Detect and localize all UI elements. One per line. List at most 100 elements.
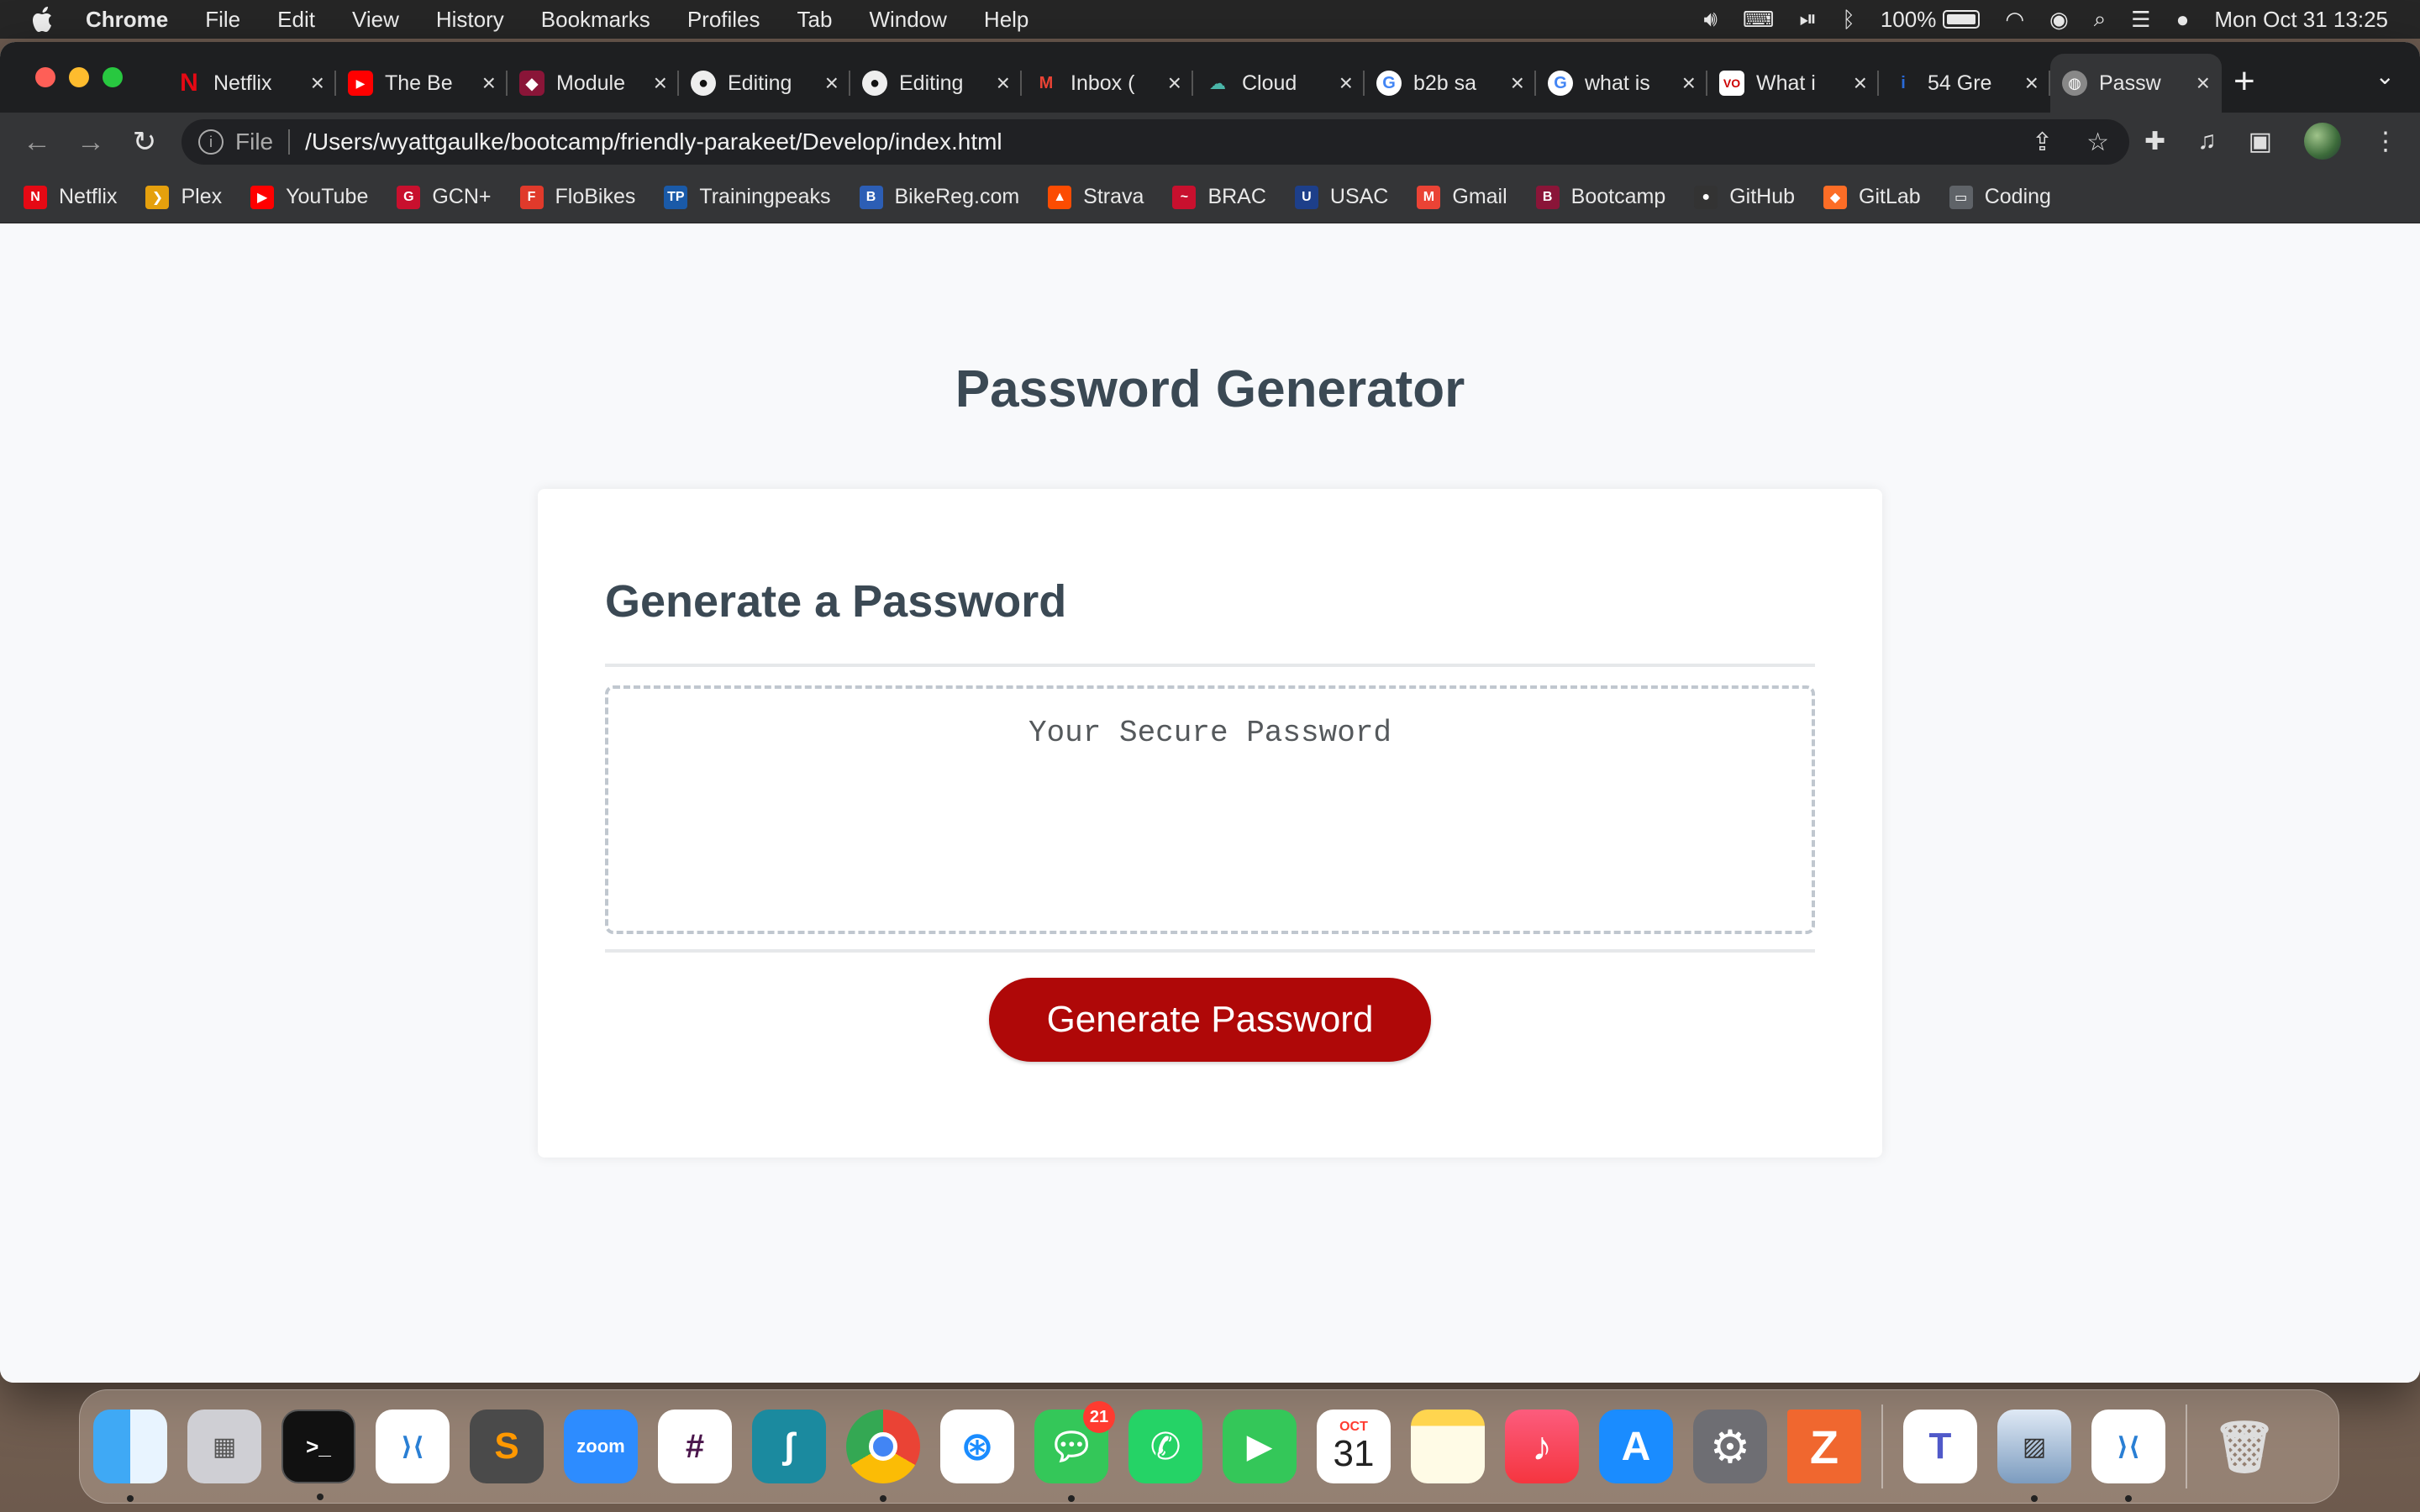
dock-app-store-icon[interactable]: A xyxy=(1599,1410,1673,1483)
bookmark-trainingpeaks[interactable]: TP Trainingpeaks xyxy=(664,185,831,209)
dock-safari-icon[interactable]: ⊛ xyxy=(940,1410,1014,1483)
dock-vscode-icon[interactable]: ⟩⟨ xyxy=(376,1410,450,1483)
close-tab-icon[interactable]: × xyxy=(2025,70,2039,97)
site-info-icon[interactable]: i xyxy=(198,129,224,155)
close-tab-icon[interactable]: × xyxy=(997,70,1010,97)
url-text[interactable]: /Users/wyattgaulke/bootcamp/friendly-par… xyxy=(305,129,1002,155)
menu-edit[interactable]: Edit xyxy=(277,7,315,33)
dock-chrome-icon[interactable] xyxy=(846,1410,920,1502)
close-tab-icon[interactable]: × xyxy=(1511,70,1524,97)
bookmark-bootcamp[interactable]: B Bootcamp xyxy=(1535,185,1665,209)
dock-music-icon[interactable]: ♪ xyxy=(1505,1410,1579,1483)
forward-arrow-icon[interactable]: → xyxy=(64,126,118,159)
dock-finder-icon[interactable] xyxy=(93,1410,167,1502)
generate-password-button[interactable]: Generate Password xyxy=(989,978,1431,1062)
bookmark-bikereg-com[interactable]: B BikeReg.com xyxy=(859,185,1019,209)
chrome-menu-icon[interactable]: ⋮ xyxy=(2373,127,2398,156)
dock-facetime-icon[interactable]: ▶ xyxy=(1223,1410,1297,1483)
tab-youtube[interactable]: ▶ The Be × xyxy=(336,54,508,113)
close-tab-icon[interactable]: × xyxy=(482,70,496,97)
close-tab-icon[interactable]: × xyxy=(1339,70,1353,97)
bookmark-netflix[interactable]: N Netflix xyxy=(24,185,117,209)
close-tab-icon[interactable]: × xyxy=(1168,70,1181,97)
menu-profiles[interactable]: Profiles xyxy=(687,7,760,33)
close-window-button[interactable] xyxy=(35,67,55,87)
dock-system-preferences-icon[interactable]: ⚙ xyxy=(1693,1410,1767,1483)
dock-zoom-icon[interactable]: zoom xyxy=(564,1410,638,1483)
tab-password-generator[interactable]: ◍ Passw × xyxy=(2050,54,2222,113)
dock-notes-icon[interactable] xyxy=(1411,1410,1485,1483)
tab-search-chevron-icon[interactable]: ⌄ xyxy=(2375,62,2395,90)
side-panel-icon[interactable]: ▣ xyxy=(2249,127,2272,156)
menu-view[interactable]: View xyxy=(352,7,399,33)
close-tab-icon[interactable]: × xyxy=(1854,70,1867,97)
dock-terminal-icon[interactable]: >_ xyxy=(281,1410,355,1500)
new-tab-icon[interactable]: + xyxy=(2233,60,2255,102)
menu-history[interactable]: History xyxy=(436,7,504,33)
bookmark-gmail[interactable]: M Gmail xyxy=(1417,185,1507,209)
dock-teams-icon[interactable]: T xyxy=(1903,1410,1977,1483)
password-textarea[interactable] xyxy=(605,685,1815,934)
zoom-window-button[interactable] xyxy=(103,67,123,87)
close-tab-icon[interactable]: × xyxy=(654,70,667,97)
bluetooth-icon[interactable]: ᛒ xyxy=(1842,7,1855,33)
address-bar[interactable]: i File /Users/wyattgaulke/bootcamp/frien… xyxy=(182,119,2129,165)
dock-vscode-icon[interactable]: ⟩⟨ xyxy=(2091,1410,2165,1502)
close-tab-icon[interactable]: × xyxy=(2196,70,2210,97)
bookmark-youtube[interactable]: ▶ YouTube xyxy=(250,185,368,209)
dock-calendar-icon[interactable]: OCT 31 xyxy=(1317,1410,1391,1483)
minimize-window-button[interactable] xyxy=(69,67,89,87)
profile-avatar[interactable] xyxy=(2304,123,2341,160)
tab-github-editing-1[interactable]: ● Editing × xyxy=(679,54,850,113)
now-playing-icon[interactable]: ⏯︎ xyxy=(1799,6,1817,33)
volume-icon[interactable]: 🔊︎ xyxy=(1704,6,1718,33)
menu-app-chrome[interactable]: Chrome xyxy=(86,7,168,33)
dock-sublime-icon[interactable]: S xyxy=(470,1410,544,1483)
dock-slack-icon[interactable]: # xyxy=(658,1410,732,1483)
wifi-icon[interactable]: ◠ xyxy=(2005,7,2024,33)
media-controls-icon[interactable]: ♫ xyxy=(2197,127,2217,155)
control-center-icon[interactable]: ☰ xyxy=(2131,7,2150,33)
bookmark-strava[interactable]: ▲ Strava xyxy=(1048,185,1144,209)
dock-zotero-icon[interactable]: Z xyxy=(1787,1410,1861,1483)
back-arrow-icon[interactable]: ← xyxy=(10,126,64,159)
menu-bookmarks[interactable]: Bookmarks xyxy=(541,7,650,33)
bookmark-gitlab[interactable]: ◆ GitLab xyxy=(1823,185,1921,209)
dock-surfshark-icon[interactable]: ʃ xyxy=(752,1410,826,1483)
bookmark-brac[interactable]: ~ BRAC xyxy=(1172,185,1266,209)
bookmark-usac[interactable]: U USAC xyxy=(1294,185,1388,209)
close-tab-icon[interactable]: × xyxy=(1682,70,1696,97)
bookmark-flobikes[interactable]: F FloBikes xyxy=(519,185,635,209)
bookmark-github[interactable]: ● GitHub xyxy=(1694,185,1795,209)
menu-tab[interactable]: Tab xyxy=(797,7,833,33)
dock-messages-icon[interactable]: 💬︎ 21 xyxy=(1034,1401,1115,1502)
dock-preview-icon[interactable]: ▨ xyxy=(1997,1410,2071,1502)
tab-what-i[interactable]: VO What i × xyxy=(1707,54,1879,113)
bookmark-plex[interactable]: ❯ Plex xyxy=(145,185,222,209)
tab-gmail[interactable]: M Inbox ( × xyxy=(1022,54,1193,113)
tab-google-what-is[interactable]: G what is × xyxy=(1536,54,1707,113)
bookmark-coding[interactable]: ▭ Coding xyxy=(1949,185,2051,209)
dock-whatsapp-icon[interactable]: ✆ xyxy=(1128,1410,1202,1483)
keyboard-icon[interactable]: ⌨︎ xyxy=(1743,7,1775,33)
tab-cloud[interactable]: ☁ Cloud × xyxy=(1193,54,1365,113)
menubar-clock[interactable]: Mon Oct 31 13:25 xyxy=(2214,7,2388,33)
menu-window[interactable]: Window xyxy=(869,7,946,33)
siri-icon[interactable]: ● xyxy=(2176,7,2190,33)
tab-google-b2b[interactable]: G b2b sa × xyxy=(1365,54,1536,113)
tab-54-gre[interactable]: i 54 Gre × xyxy=(1879,54,2050,113)
share-icon[interactable]: ⇪ xyxy=(2032,128,2053,157)
close-tab-icon[interactable]: × xyxy=(311,70,324,97)
tab-module[interactable]: ◆ Module × xyxy=(508,54,679,113)
dock-trash-icon[interactable]: 🗑︎ xyxy=(2207,1410,2281,1483)
menu-help[interactable]: Help xyxy=(984,7,1028,33)
close-tab-icon[interactable]: × xyxy=(825,70,839,97)
tab-netflix[interactable]: N Netflix × xyxy=(165,54,336,113)
bookmark-gcn-[interactable]: G GCN+ xyxy=(397,185,492,209)
spotlight-search-icon[interactable]: ⌕ xyxy=(2094,6,2107,33)
dock-launchpad-icon[interactable]: ▦ xyxy=(187,1410,261,1483)
apple-menu-icon[interactable] xyxy=(32,6,62,33)
reload-icon[interactable]: ↻ xyxy=(118,125,171,159)
menu-file[interactable]: File xyxy=(205,7,240,33)
user-account-icon[interactable]: ◉ xyxy=(2049,7,2069,33)
